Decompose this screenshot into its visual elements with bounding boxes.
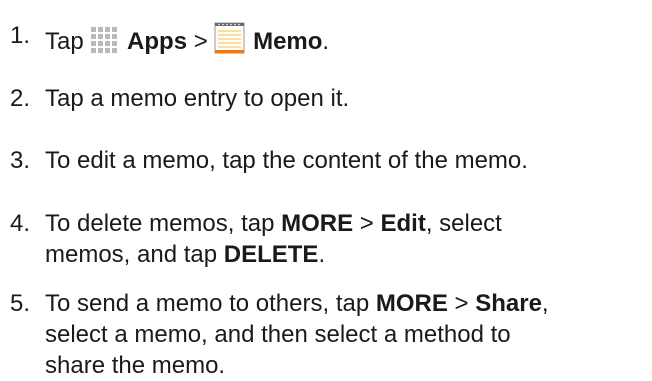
step-number: 3. [10,147,31,174]
text-run: To delete memos, tap [45,210,275,237]
step-text: Tap Apps > Memo. [45,20,329,57]
step-number: 5. [10,290,31,317]
memo-label: Memo [253,28,323,55]
period: . [322,28,330,55]
share-label: Share [475,290,542,317]
comma: , [541,290,549,317]
memo-notepad-icon [214,22,245,54]
step-text: Tap a memo entry to open it. [45,85,350,112]
step-line: select a memo, and then select a method … [45,321,511,348]
period: . [318,241,326,268]
step-line: share the memo. [45,352,226,379]
separator: > [454,290,469,317]
apps-label: Apps [127,28,188,55]
step-line: To delete memos, tap MORE > Edit, select [45,208,502,239]
step-number: 4. [10,210,31,237]
apps-grid-icon [91,27,118,53]
text-run: , select [425,210,502,237]
step-line: memos, and tap DELETE. [45,239,502,270]
instruction-steps: 1. Tap Apps > Memo. 2. Tap a memo entry … [0,0,652,379]
text-run: To send a memo to others, tap [45,290,370,317]
text-run: memos, and tap [45,241,218,268]
step-text: To send a memo to others, tap MORE > Sha… [45,288,549,381]
more-label: MORE [375,290,448,317]
step-line: To send a memo to others, tap MORE > Sha… [45,288,549,319]
edit-label: Edit [380,210,426,237]
step-number: 1. [10,22,31,49]
step-text: To edit a memo, tap the content of the m… [45,147,528,174]
delete-label: DELETE [223,241,319,268]
separator: > [359,210,374,237]
step-word: Tap [45,28,84,55]
step-number: 2. [10,85,31,112]
step-text: To delete memos, tap MORE > Edit, select… [45,208,502,270]
separator: > [193,28,208,55]
more-label: MORE [281,210,354,237]
